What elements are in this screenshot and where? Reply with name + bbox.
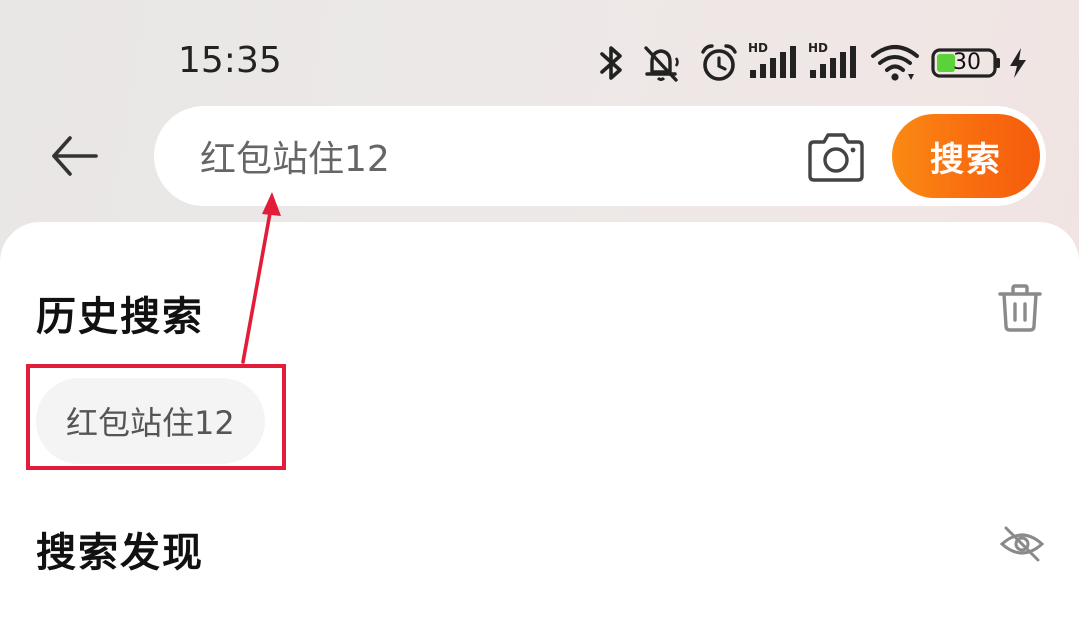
svg-text:HD: HD: [748, 41, 768, 55]
battery-level: 30: [953, 50, 981, 75]
eye-off-icon: [999, 526, 1045, 562]
hide-discover-button[interactable]: [998, 524, 1046, 564]
history-section-title: 历史搜索: [36, 294, 204, 340]
discover-section-title: 搜索发现: [36, 530, 204, 576]
wifi-icon: [870, 40, 920, 86]
camera-icon: [808, 133, 864, 182]
svg-text:HD: HD: [808, 41, 828, 55]
status-bar: 15:35 HD HD 30: [0, 0, 1079, 110]
annotation-highlight-box: [26, 364, 286, 470]
back-button[interactable]: [40, 128, 112, 188]
search-input[interactable]: [200, 132, 760, 180]
status-time: 15:35: [178, 40, 282, 81]
search-bar: 搜索: [154, 106, 1046, 206]
signal-hd-icon: HD: [748, 40, 800, 86]
trash-icon: [998, 284, 1042, 332]
back-arrow-icon: [52, 136, 98, 176]
clear-history-button[interactable]: [996, 282, 1044, 334]
bluetooth-icon: [596, 40, 628, 86]
camera-search-button[interactable]: [804, 130, 868, 186]
alarm-icon: [698, 40, 740, 86]
search-button[interactable]: 搜索: [892, 114, 1040, 198]
signal-hd-icon: HD: [808, 40, 860, 86]
mute-icon: [640, 40, 686, 86]
charging-icon: [1006, 40, 1030, 86]
